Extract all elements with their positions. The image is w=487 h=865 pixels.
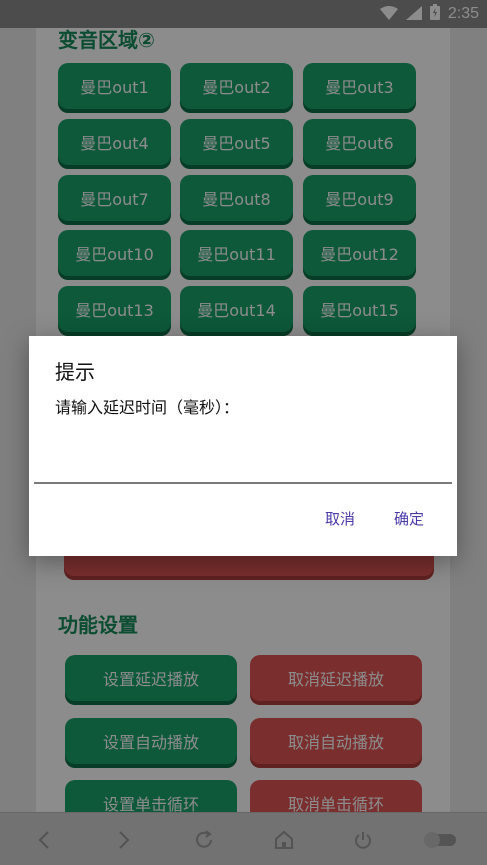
cancel-button[interactable]: 取消 [325, 508, 355, 529]
dialog-message: 请输入延迟时间（毫秒）： [55, 398, 240, 417]
dialog-title: 提示 [55, 360, 95, 384]
confirm-button[interactable]: 确定 [394, 508, 424, 529]
delay-input[interactable] [34, 430, 452, 484]
delay-input-dialog: 提示 请输入延迟时间（毫秒）： 取消 确定 [29, 336, 457, 556]
